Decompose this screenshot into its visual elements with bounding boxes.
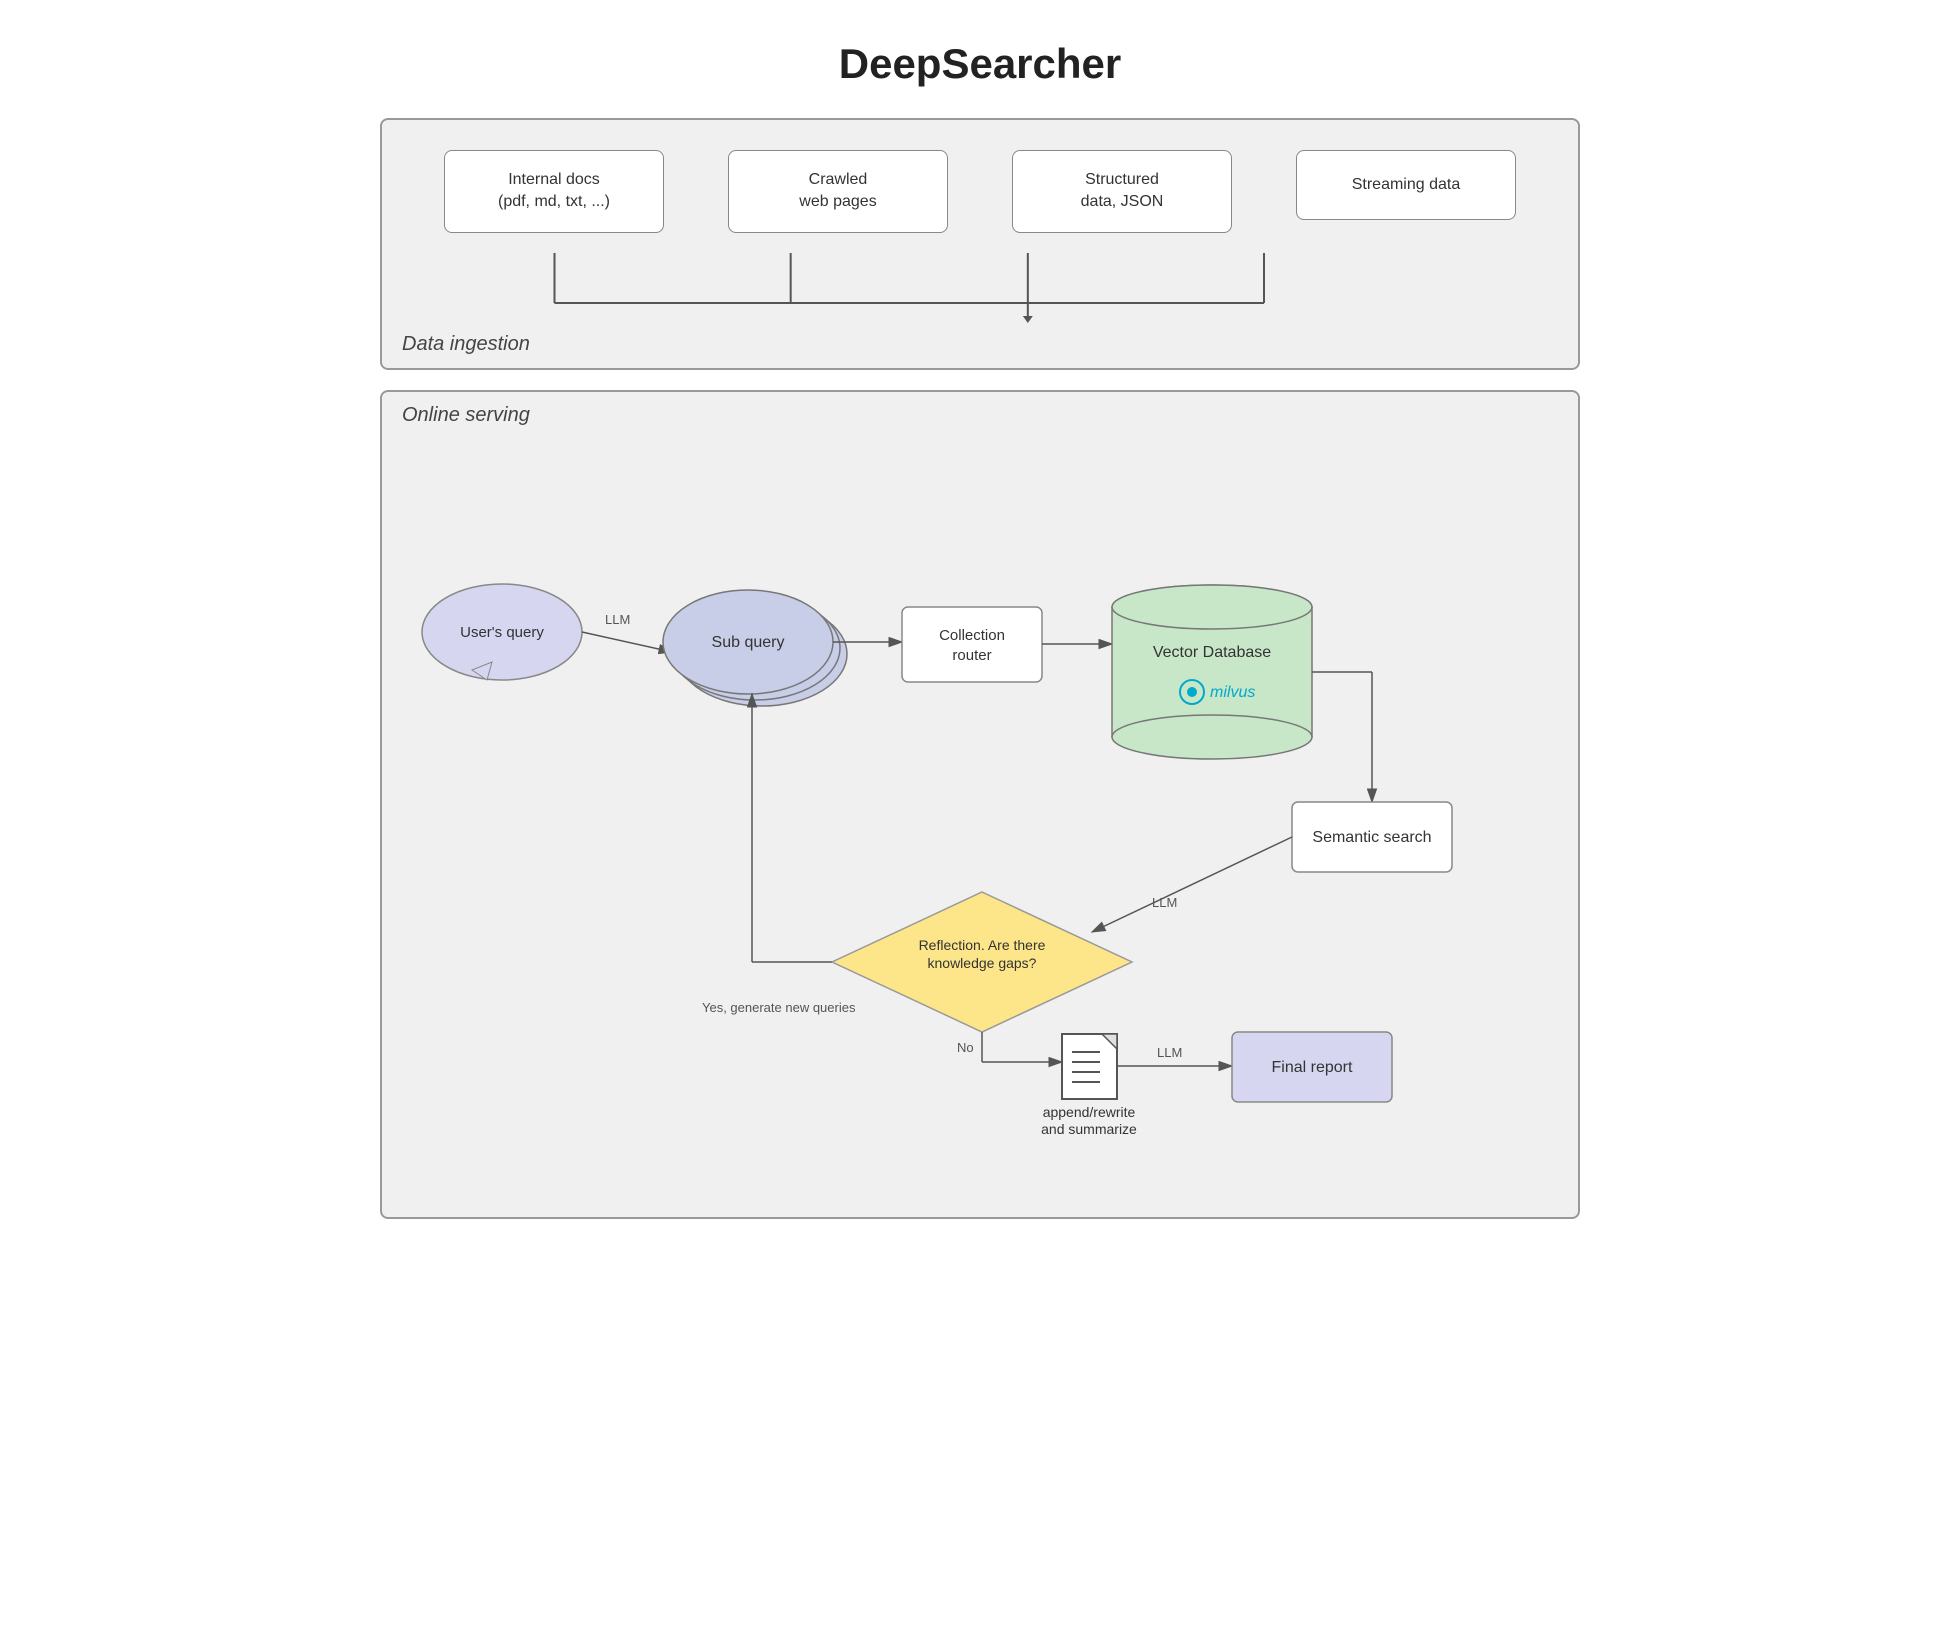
- svg-text:User's query: User's query: [460, 624, 544, 641]
- svg-text:LLM: LLM: [1152, 895, 1177, 910]
- source-crawled-web: Crawledweb pages: [728, 150, 948, 233]
- page-title: DeepSearcher: [839, 40, 1122, 88]
- svg-text:and summarize: and summarize: [1041, 1121, 1137, 1137]
- svg-text:append/rewrite: append/rewrite: [1043, 1104, 1136, 1120]
- diagram-wrapper: Internal docs(pdf, md, txt, ...) Crawled…: [380, 118, 1580, 1219]
- svg-text:Semantic search: Semantic search: [1312, 829, 1431, 846]
- online-serving-label: Online serving: [402, 404, 530, 427]
- source-streaming-data: Streaming data: [1296, 150, 1516, 220]
- svg-text:Reflection. Are there: Reflection. Are there: [919, 937, 1046, 953]
- svg-text:knowledge gaps?: knowledge gaps?: [928, 955, 1037, 971]
- source-internal-docs: Internal docs(pdf, md, txt, ...): [444, 150, 664, 233]
- online-serving-section: Online serving User's query LLM Sub quer…: [380, 390, 1580, 1219]
- svg-text:Collection: Collection: [939, 627, 1005, 644]
- user-query-node: User's query: [422, 584, 582, 680]
- ingestion-connectors: [412, 253, 1548, 323]
- svg-text:LLM: LLM: [1157, 1045, 1182, 1060]
- svg-text:router: router: [952, 647, 991, 664]
- svg-text:LLM: LLM: [605, 612, 630, 627]
- source-structured-data: Structureddata, JSON: [1012, 150, 1232, 233]
- data-ingestion-section: Internal docs(pdf, md, txt, ...) Crawled…: [380, 118, 1580, 370]
- svg-text:Final report: Final report: [1272, 1059, 1353, 1076]
- data-sources: Internal docs(pdf, md, txt, ...) Crawled…: [412, 150, 1548, 233]
- svg-text:Sub query: Sub query: [712, 634, 785, 651]
- svg-text:Vector Database: Vector Database: [1153, 644, 1271, 661]
- data-ingestion-label: Data ingestion: [402, 333, 530, 356]
- svg-text:milvus: milvus: [1210, 684, 1255, 701]
- flow-diagram: User's query LLM Sub query Collection ro…: [412, 452, 1552, 1172]
- svg-text:No: No: [957, 1040, 974, 1055]
- svg-text:Yes, generate new queries: Yes, generate new queries: [702, 1000, 856, 1015]
